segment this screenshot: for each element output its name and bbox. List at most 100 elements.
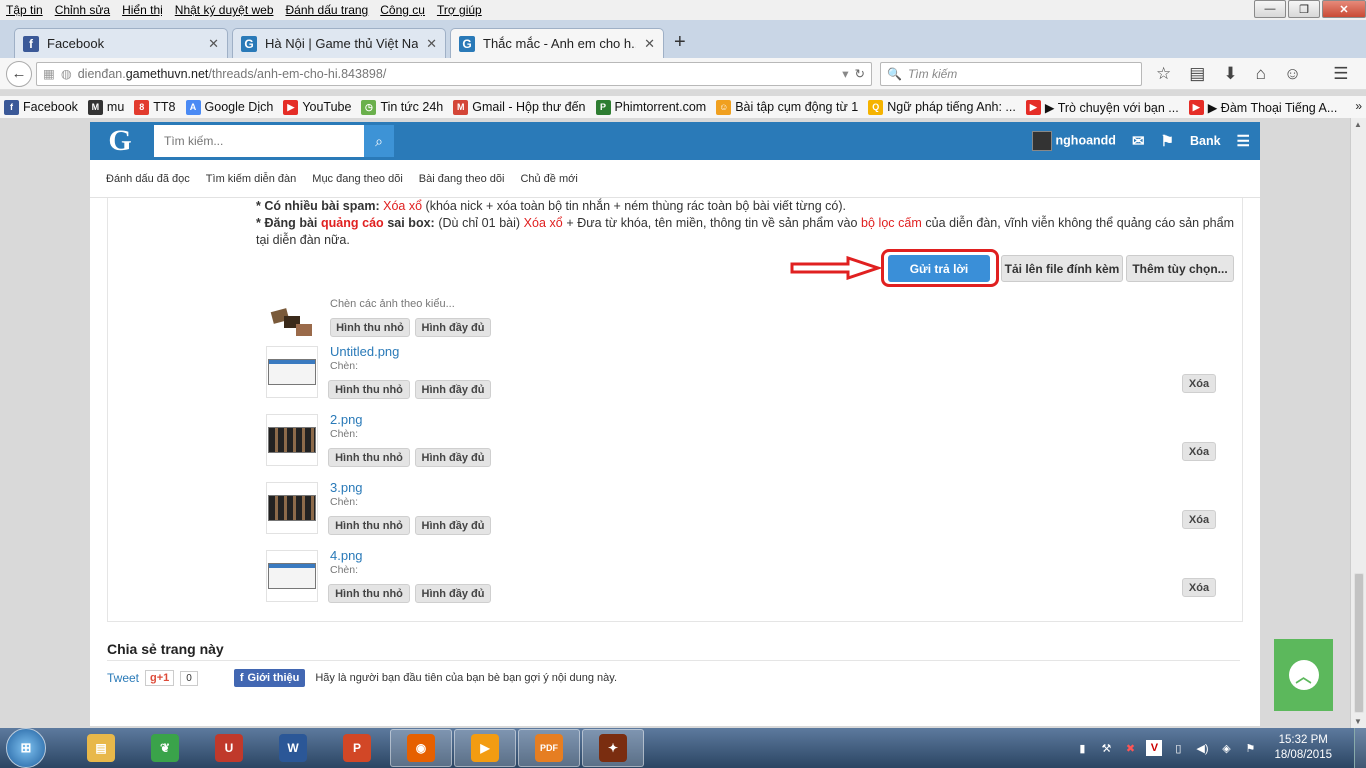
insert-full-image-button[interactable]: Hình đầy đủ bbox=[415, 584, 491, 603]
scrollbar-thumb[interactable] bbox=[1354, 573, 1364, 713]
insert-full-image-button[interactable]: Hình đầy đủ bbox=[415, 380, 491, 399]
network-off-icon[interactable]: ✖ bbox=[1122, 740, 1138, 756]
facebook-recommend-button[interactable]: f Giới thiệu bbox=[233, 669, 306, 687]
search-icon[interactable]: ⌕ bbox=[364, 125, 394, 157]
insert-all-thumbnail-button[interactable]: Hình thu nhỏ bbox=[330, 318, 410, 337]
bookmark-item[interactable]: M Gmail - Hộp thư đến bbox=[453, 99, 586, 115]
close-tab-icon[interactable]: ✕ bbox=[644, 36, 655, 52]
menu-item[interactable]: Đánh dấu trang bbox=[280, 3, 375, 17]
taskbar-app[interactable]: ▤ bbox=[70, 729, 132, 767]
bookmark-item[interactable]: ▶ ▶ Trò chuyện với bạn ... bbox=[1025, 99, 1179, 115]
subnav-link[interactable]: Tìm kiếm diễn đàn bbox=[206, 173, 296, 185]
menu-icon[interactable]: ☰ bbox=[1333, 64, 1348, 84]
user-menu[interactable]: nghoandd bbox=[1032, 131, 1116, 151]
flag-icon[interactable]: ⚑ bbox=[1242, 740, 1258, 756]
back-button[interactable]: ← bbox=[6, 60, 32, 87]
site-logo[interactable]: G bbox=[90, 124, 150, 158]
browser-tab[interactable]: f Facebook ✕ bbox=[14, 28, 228, 58]
bookmark-star-icon[interactable]: ☆ bbox=[1156, 64, 1171, 84]
more-options-button[interactable]: Thêm tùy chọn... bbox=[1126, 255, 1234, 282]
attachment-thumbnail[interactable] bbox=[266, 346, 318, 398]
bookmark-item[interactable]: ▶ ▶ Đàm Thoại Tiếng A... bbox=[1188, 99, 1337, 115]
bookmark-item[interactable]: ☺ Bài tập cụm động từ 1 bbox=[716, 99, 858, 115]
taskbar-app[interactable]: PDF bbox=[518, 729, 580, 767]
menu-item[interactable]: Nhật ký duyệt web bbox=[169, 3, 280, 17]
restore-button[interactable]: ❐ bbox=[1288, 0, 1320, 18]
insert-thumbnail-button[interactable]: Hình thu nhỏ bbox=[328, 380, 410, 399]
unikey-tray-icon[interactable]: V bbox=[1146, 740, 1163, 756]
scroll-down-icon[interactable]: ▼ bbox=[1354, 717, 1362, 726]
scroll-up-icon[interactable]: ▲ bbox=[1354, 120, 1362, 129]
insert-full-image-button[interactable]: Hình đầy đủ bbox=[415, 516, 491, 535]
dropdown-icon[interactable]: ▾ bbox=[842, 66, 848, 81]
bookmark-item[interactable]: ▶ YouTube bbox=[283, 99, 351, 115]
back-to-top-button[interactable]: ︿ bbox=[1274, 639, 1333, 711]
attachment-thumbnail[interactable] bbox=[266, 482, 318, 534]
network-icon[interactable]: ◈ bbox=[1218, 740, 1234, 756]
attachment-filename[interactable]: 2.png bbox=[330, 412, 363, 427]
attachment-thumbnail[interactable] bbox=[266, 414, 318, 466]
bank-link[interactable]: Bank bbox=[1190, 134, 1221, 148]
attachment-thumbnail[interactable] bbox=[266, 550, 318, 602]
menu-item[interactable]: Trợ giúp bbox=[431, 3, 488, 17]
tools-icon[interactable]: ⚒ bbox=[1098, 740, 1114, 756]
show-desktop-button[interactable] bbox=[1354, 728, 1366, 768]
taskbar-app[interactable]: ✦ bbox=[582, 729, 644, 767]
taskbar-app[interactable]: ▶ bbox=[454, 729, 516, 767]
browser-tab[interactable]: G Hà Nội | Game thủ Việt Na... ✕ bbox=[232, 28, 446, 58]
minimize-button[interactable]: — bbox=[1254, 0, 1286, 18]
identity-icon[interactable]: ◍ bbox=[61, 66, 72, 81]
google-plus-button[interactable]: g+1 bbox=[145, 670, 175, 686]
bookmark-item[interactable]: Q Ngữ pháp tiếng Anh: ... bbox=[868, 99, 1016, 115]
bookmark-item[interactable]: f Facebook bbox=[4, 99, 78, 115]
delete-attachment-button[interactable]: Xóa bbox=[1182, 578, 1216, 597]
insert-thumbnail-button[interactable]: Hình thu nhỏ bbox=[328, 448, 410, 467]
attachment-filename[interactable]: Untitled.png bbox=[330, 344, 399, 359]
taskbar-app[interactable]: ❦ bbox=[134, 729, 196, 767]
bookmark-item[interactable]: A Google Dịch bbox=[185, 99, 273, 115]
subnav-link[interactable]: Chủ đề mới bbox=[520, 173, 577, 185]
delete-attachment-button[interactable]: Xóa bbox=[1182, 442, 1216, 461]
delete-attachment-button[interactable]: Xóa bbox=[1182, 374, 1216, 393]
taskbar-app[interactable]: U bbox=[198, 729, 260, 767]
upload-attachment-button[interactable]: Tải lên file đính kèm bbox=[1001, 255, 1123, 282]
bookmark-item[interactable]: 8 TT8 bbox=[134, 99, 176, 115]
browser-tab[interactable]: G Thắc mắc - Anh em cho h... ✕ bbox=[450, 28, 664, 58]
tweet-link[interactable]: Tweet bbox=[107, 671, 139, 685]
menu-item[interactable]: Chỉnh sửa bbox=[49, 3, 116, 17]
close-window-button[interactable]: ✕ bbox=[1322, 0, 1366, 18]
insert-thumbnail-button[interactable]: Hình thu nhỏ bbox=[328, 516, 410, 535]
more-bookmarks-icon[interactable]: » bbox=[1355, 99, 1362, 113]
signal-icon[interactable]: ▮ bbox=[1074, 740, 1090, 756]
menu-item[interactable]: Công cụ bbox=[374, 3, 431, 17]
submit-reply-button[interactable]: Gửi trả lời bbox=[888, 255, 990, 282]
delete-attachment-button[interactable]: Xóa bbox=[1182, 510, 1216, 529]
bookmark-item[interactable]: ◷ Tin tức 24h bbox=[361, 99, 443, 115]
bookmark-item[interactable]: Mmu bbox=[87, 99, 124, 115]
hamburger-menu-icon[interactable]: ☰ bbox=[1237, 132, 1250, 150]
taskbar-app[interactable]: P bbox=[326, 729, 388, 767]
alerts-flag-icon[interactable]: ⚑ bbox=[1161, 132, 1174, 150]
downloads-icon[interactable]: ⬇ bbox=[1223, 64, 1237, 84]
browser-search-input[interactable]: 🔍 Tìm kiếm bbox=[880, 61, 1142, 86]
insert-thumbnail-button[interactable]: Hình thu nhỏ bbox=[328, 584, 410, 603]
vertical-scrollbar[interactable]: ▲ ▼ bbox=[1350, 118, 1366, 728]
chat-icon[interactable]: ☺ bbox=[1284, 64, 1301, 84]
menu-item[interactable]: Hiển thị bbox=[116, 3, 169, 17]
volume-icon[interactable]: ◀) bbox=[1194, 740, 1210, 756]
close-tab-icon[interactable]: ✕ bbox=[426, 36, 437, 52]
subnav-link[interactable]: Đánh dấu đã đọc bbox=[106, 173, 190, 185]
menu-item[interactable]: Tập tin bbox=[0, 3, 49, 17]
address-bar[interactable]: ▦ ◍ dienđan.gamethuvn.net/threads/anh-em… bbox=[36, 61, 872, 86]
reading-list-icon[interactable]: ▤ bbox=[1189, 64, 1205, 84]
start-button[interactable]: ⊞ bbox=[6, 728, 46, 768]
insert-all-full-button[interactable]: Hình đầy đủ bbox=[415, 318, 491, 337]
home-icon[interactable]: ⌂ bbox=[1256, 64, 1266, 84]
close-tab-icon[interactable]: ✕ bbox=[208, 36, 219, 52]
clock[interactable]: 15:32 PM 18/08/2015 bbox=[1274, 733, 1332, 763]
bookmark-item[interactable]: P Phimtorrent.com bbox=[595, 99, 706, 115]
subnav-link[interactable]: Mục đang theo dõi bbox=[312, 173, 403, 185]
reload-icon[interactable]: ↻ bbox=[855, 66, 865, 81]
subnav-link[interactable]: Bài đang theo dõi bbox=[419, 173, 505, 185]
attachment-filename[interactable]: 4.png bbox=[330, 548, 363, 563]
